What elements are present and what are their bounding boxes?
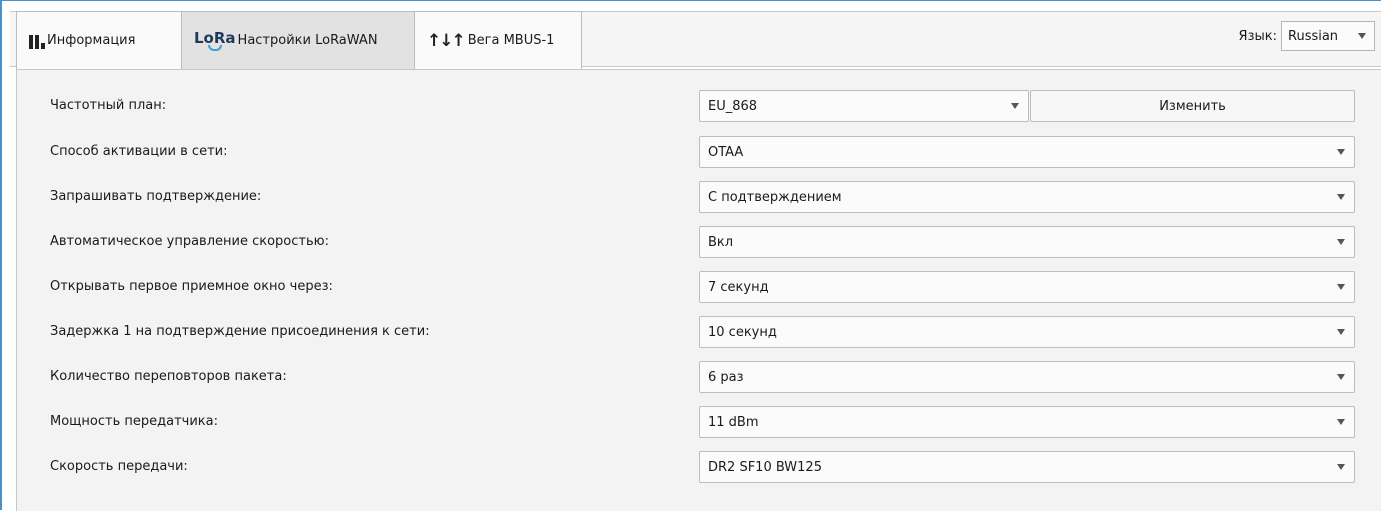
tab-lorawan-settings-label: Настройки LoRaWAN [237, 33, 378, 48]
chevron-down-icon [1337, 239, 1345, 245]
setting-label: Запрашивать подтверждение: [50, 189, 262, 204]
setting-label: Автоматическое управление скоростью: [50, 234, 329, 249]
setting-label: Частотный план: [50, 98, 167, 113]
chevron-down-icon [1337, 419, 1345, 425]
setting-adr: Автоматическое управление скоростью: Вкл [17, 226, 1381, 258]
setting-label: Мощность передатчика: [50, 414, 218, 429]
setting-confirmation: Запрашивать подтверждение: С подтвержден… [17, 181, 1381, 213]
setting-activation-method: Способ активации в сети: OTAA [17, 136, 1381, 168]
setting-label: Количество переповторов пакета: [50, 369, 287, 384]
setting-data-rate: Скорость передачи: DR2 SF10 BW125 [17, 451, 1381, 483]
tab-vega-mbus[interactable]: ↑↓↑ Вега MBUS-1 [414, 11, 582, 69]
activation-method-dropdown[interactable]: OTAA [699, 136, 1355, 168]
chevron-down-icon [1337, 464, 1345, 470]
setting-tx-power: Мощность передатчика: 11 dBm [17, 406, 1381, 438]
setting-label: Способ активации в сети: [50, 144, 228, 159]
chevron-down-icon [1337, 149, 1345, 155]
setting-rx1-delay: Открывать первое приемное окно через: 7 … [17, 271, 1381, 303]
language-label: Язык: [1238, 28, 1277, 44]
tab-lorawan-settings[interactable]: LoRa Настройки LoRaWAN [181, 11, 415, 69]
tab-vega-mbus-label: Вега MBUS-1 [467, 33, 555, 48]
rx1-delay-dropdown[interactable]: 7 секунд [699, 271, 1355, 303]
setting-retransmissions: Количество переповторов пакета: 6 раз [17, 361, 1381, 393]
setting-label: Открывать первое приемное окно через: [50, 279, 333, 294]
chevron-down-icon [1337, 374, 1345, 380]
chevron-down-icon [1337, 194, 1345, 200]
adr-dropdown[interactable]: Вкл [699, 226, 1355, 258]
confirmation-dropdown[interactable]: С подтверждением [699, 181, 1355, 213]
change-button[interactable]: Изменить [1030, 90, 1355, 122]
language-dropdown[interactable]: Russian [1281, 21, 1375, 51]
lora-logo-icon: LoRa [194, 30, 236, 51]
language-selector: Язык: Russian [1239, 21, 1375, 51]
chevron-down-icon [1011, 103, 1019, 109]
lorawan-settings-panel: Частотный план: EU_868 Изменить Способ а… [16, 69, 1381, 511]
signal-bars-icon [29, 33, 45, 49]
data-rate-dropdown[interactable]: DR2 SF10 BW125 [699, 451, 1355, 483]
tab-information-label: Информация [47, 33, 136, 48]
frequency-plan-dropdown[interactable]: EU_868 [699, 90, 1029, 122]
setting-join-accept-delay: Задержка 1 на подтверждение присоединени… [17, 316, 1381, 348]
chevron-down-icon [1358, 33, 1366, 39]
setting-label: Скорость передачи: [50, 459, 188, 474]
app-window: Информация LoRa Настройки LoRaWAN ↑↓↑ Ве… [0, 0, 1381, 511]
tx-power-dropdown[interactable]: 11 dBm [699, 406, 1355, 438]
join-accept-delay-dropdown[interactable]: 10 секунд [699, 316, 1355, 348]
arrows-updown-icon: ↑↓↑ [427, 30, 466, 51]
retransmissions-dropdown[interactable]: 6 раз [699, 361, 1355, 393]
setting-label: Задержка 1 на подтверждение присоединени… [50, 324, 430, 339]
chevron-down-icon [1337, 329, 1345, 335]
setting-frequency-plan: Частотный план: EU_868 Изменить [17, 90, 1381, 122]
language-value: Russian [1288, 28, 1339, 44]
chevron-down-icon [1337, 284, 1345, 290]
tab-information[interactable]: Информация [16, 11, 182, 69]
